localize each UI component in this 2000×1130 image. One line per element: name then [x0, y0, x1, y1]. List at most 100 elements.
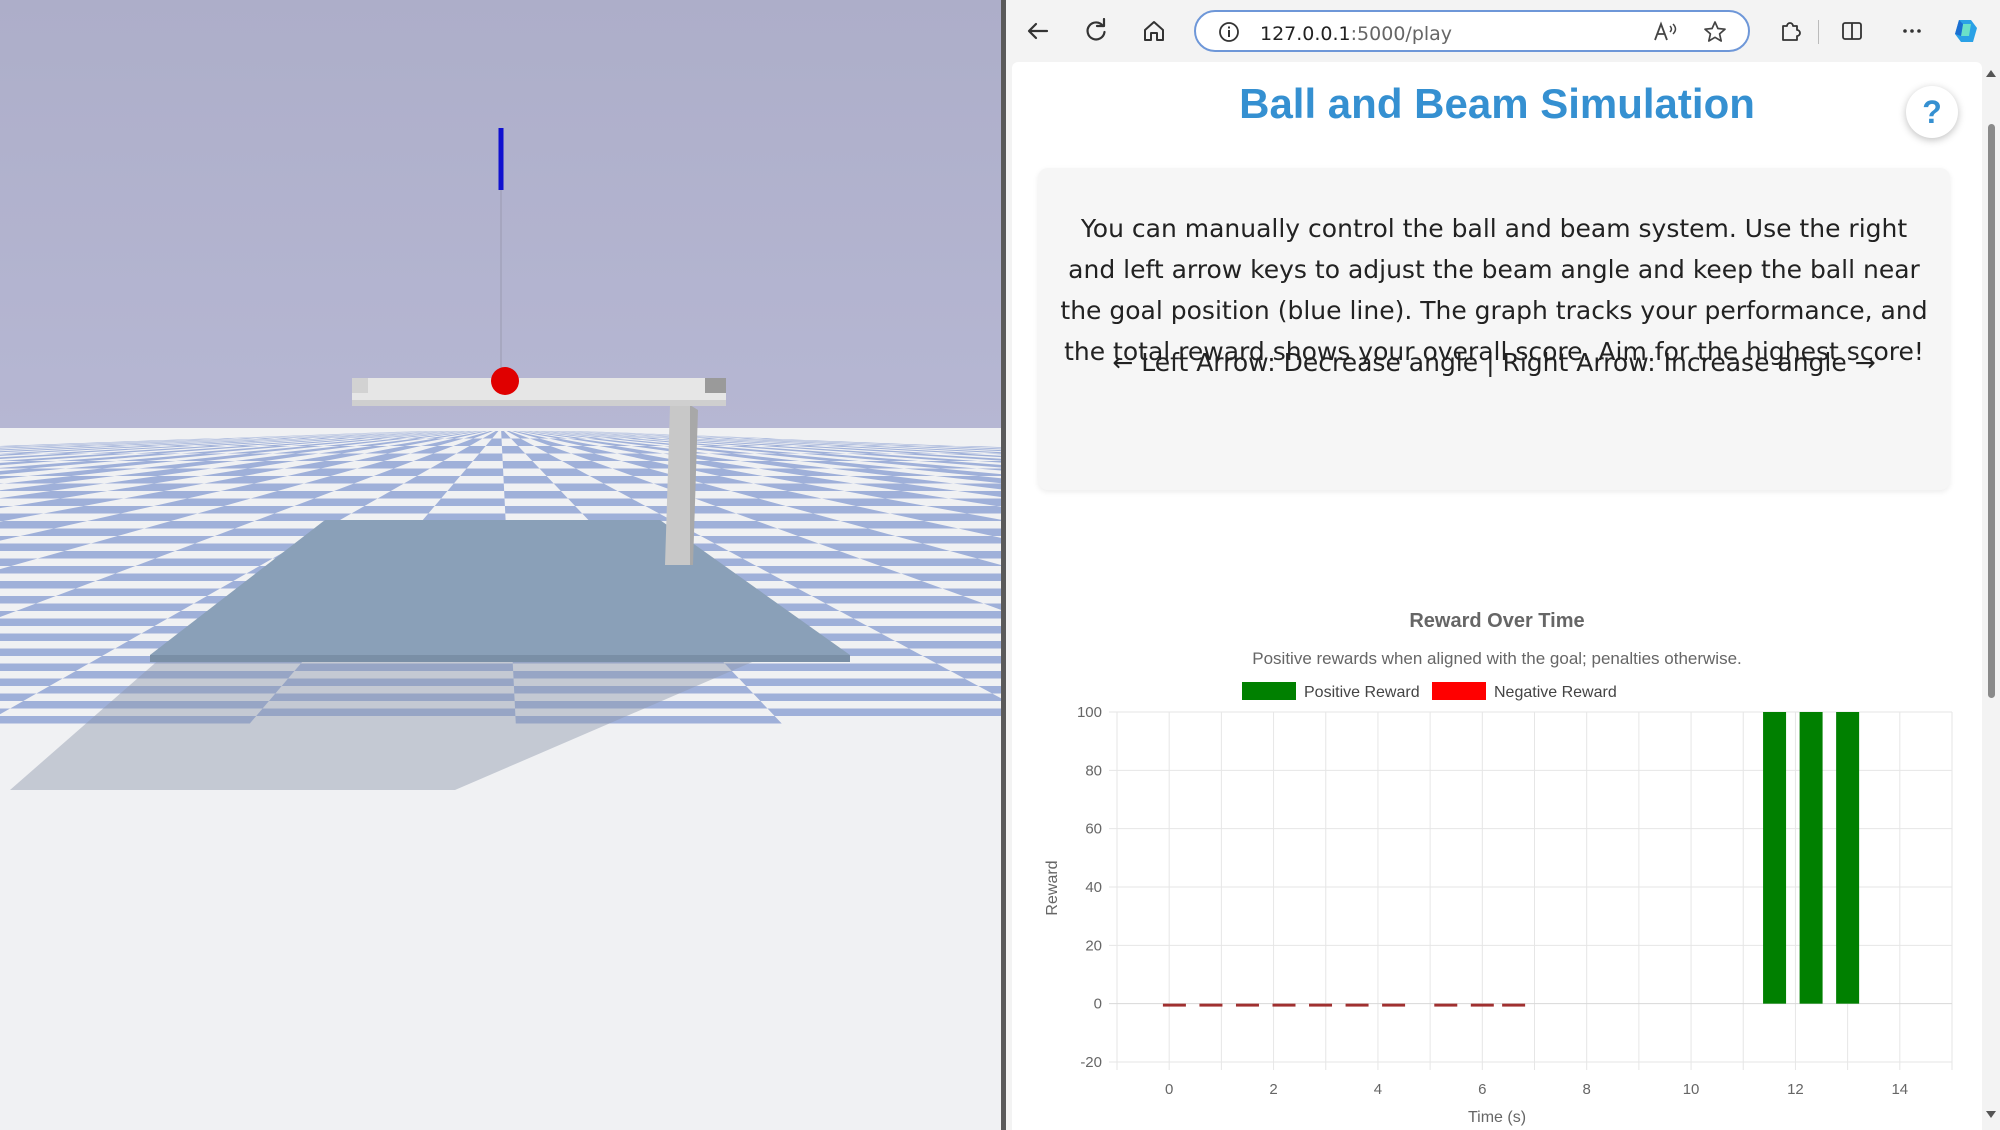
beam-underside: [352, 400, 726, 406]
negative-reward-bar: [1235, 1003, 1259, 1007]
browser-window: 127.0.0.1:5000/play Ball and Beam Simula…: [1006, 0, 2000, 1130]
beam-right-stop: [705, 378, 726, 393]
y-tick-label: 0: [1094, 996, 1102, 1013]
puzzle-icon: [1782, 22, 1801, 41]
x-tick-label: 2: [1269, 1081, 1277, 1098]
controls-hint: ← Left Arrow: Decrease angle | Right Arr…: [1112, 348, 1876, 377]
negative-reward-bar: [1502, 1003, 1526, 1007]
floor-tile: [447, 483, 505, 491]
y-tick-label: 20: [1085, 937, 1102, 954]
page-scrollbar[interactable]: [1982, 62, 2000, 1130]
home-button[interactable]: [1134, 12, 1174, 50]
floor-tile: [811, 596, 984, 604]
reward-chart-svg: Reward Over Time Positive rewards when a…: [1044, 610, 1953, 1126]
browser-toolbar: 127.0.0.1:5000/play: [1006, 0, 2000, 62]
floor-tile: [895, 641, 1001, 649]
positive-reward-bar: [1836, 712, 1860, 1004]
negative-reward-bar: [1162, 1003, 1186, 1007]
x-axis-label: Time (s): [1468, 1109, 1526, 1126]
y-tick-label: 60: [1085, 821, 1102, 838]
info-icon[interactable]: [1218, 21, 1240, 43]
instructions-card: You can manually control the ball and be…: [1038, 168, 1950, 490]
floor-tile: [503, 476, 554, 484]
negative-reward-bar: [1345, 1003, 1369, 1007]
refresh-button[interactable]: [1076, 12, 1116, 50]
platform-edge: [150, 655, 850, 662]
x-tick-label: 8: [1583, 1081, 1591, 1098]
y-tick-label: 80: [1085, 762, 1102, 779]
scroll-thumb[interactable]: [1988, 124, 1995, 698]
chart-legend: Positive Reward Negative Reward: [1242, 682, 1617, 701]
split-screen-button[interactable]: [1832, 12, 1872, 50]
home-icon: [1144, 21, 1164, 41]
floor-tile: [839, 611, 1001, 619]
x-tick-label: 12: [1787, 1081, 1804, 1098]
copilot-icon: [1955, 20, 1977, 42]
simulation-viewport[interactable]: [0, 0, 1001, 1130]
copilot-button[interactable]: [1946, 12, 1986, 50]
floor-tile: [582, 513, 674, 521]
floor-tile: [767, 708, 1001, 716]
legend-swatch: [1432, 682, 1486, 700]
negative-reward-bar: [1272, 1003, 1296, 1007]
back-arrow-icon: [1027, 22, 1049, 40]
floor-tile: [0, 663, 89, 671]
x-tick-label: 10: [1683, 1081, 1700, 1098]
floor-tile: [16, 603, 194, 611]
floor-tile: [756, 566, 902, 574]
more-menu-button[interactable]: [1892, 12, 1932, 50]
url-path: :5000/play: [1350, 23, 1453, 45]
scroll-down-icon[interactable]: [1985, 1110, 1997, 1120]
reward-chart: Reward Over Time Positive rewards when a…: [1012, 532, 1982, 1130]
help-button[interactable]: ?: [1906, 86, 1958, 138]
address-bar[interactable]: 127.0.0.1:5000/play: [1194, 10, 1750, 52]
negative-reward-bar: [1434, 1003, 1458, 1007]
floor-tile: [784, 581, 943, 589]
ball: [491, 367, 519, 395]
split-screen-icon: [1842, 22, 1862, 40]
beam-left-stop: [352, 378, 368, 393]
refresh-icon: [1086, 18, 1106, 41]
favorite-star-icon[interactable]: [1702, 19, 1728, 45]
toolbar-separator: [1818, 20, 1819, 44]
floor-tile: [504, 506, 583, 514]
negative-reward-bar: [1470, 1003, 1494, 1007]
negative-reward-bar: [1382, 1003, 1406, 1007]
extensions-button[interactable]: [1770, 12, 1810, 50]
url-host: 127.0.0.1: [1260, 23, 1351, 45]
chart-title: Reward Over Time: [1409, 610, 1584, 632]
ellipsis-icon: [1903, 29, 1921, 33]
x-tick-label: 14: [1891, 1081, 1908, 1098]
floor-tile: [55, 588, 221, 596]
floor-tile: [738, 678, 979, 686]
floor-tile: [135, 558, 273, 566]
x-tick-label: 4: [1374, 1081, 1382, 1098]
floor-tile: [0, 633, 142, 641]
floor-tile: [175, 543, 299, 551]
page-content[interactable]: Ball and Beam Simulation ? You can manua…: [1012, 62, 1982, 1130]
back-button[interactable]: [1018, 12, 1058, 50]
floor-tile: [0, 618, 168, 626]
chart-bars: [1162, 712, 1860, 1007]
y-tick-label: 40: [1085, 879, 1102, 896]
floor-tile: [434, 498, 505, 506]
help-icon: ?: [1922, 93, 1942, 130]
scroll-up-icon[interactable]: [1985, 68, 1997, 78]
floor-tile: [421, 513, 506, 521]
chart-grid: [1109, 711, 1953, 1070]
positive-reward-bar: [1763, 712, 1787, 1004]
floor-tile: [95, 573, 247, 581]
x-tick-label: 6: [1478, 1081, 1486, 1098]
legend-swatch: [1242, 682, 1296, 700]
read-aloud-icon[interactable]: [1652, 20, 1678, 44]
floor-tile: [859, 558, 1001, 566]
floor-tile: [460, 468, 504, 476]
goal-line: [498, 128, 504, 190]
floor-tile: [728, 551, 860, 559]
floor-tile: [724, 663, 951, 671]
floor-tile: [867, 626, 1001, 634]
floor-tile: [753, 693, 1001, 701]
floor-tile: [351, 506, 435, 514]
page-title: Ball and Beam Simulation: [1239, 80, 1755, 127]
negative-reward-bar: [1199, 1003, 1223, 1007]
